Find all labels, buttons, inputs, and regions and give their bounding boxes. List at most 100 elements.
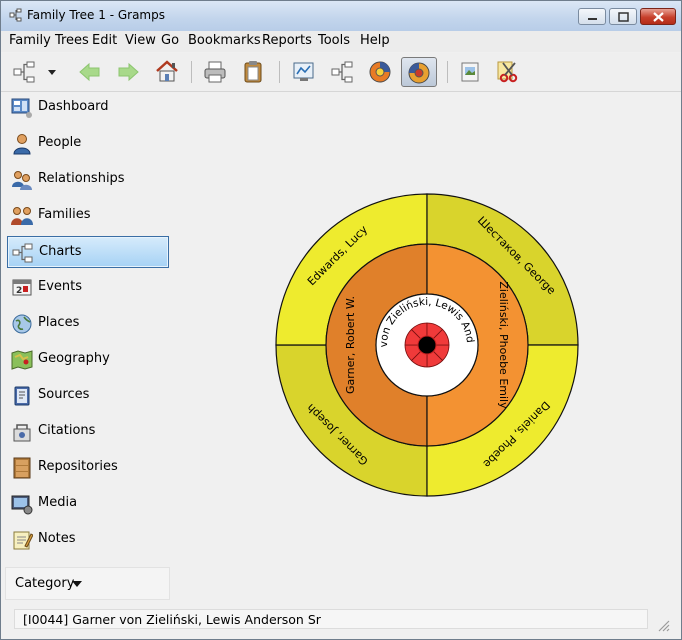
active-person-status: [I0044] Garner von Zieliński, Lewis Ande… [14,609,648,629]
media-icon [11,495,33,515]
menu-bar: Family Trees Edit View Go Bookmarks Repo… [1,31,681,52]
descendant-tree-button[interactable] [328,57,358,87]
back-arrow-icon [79,62,100,82]
category-label: Category [15,576,75,591]
sidebar-item-label: Events [38,279,83,294]
category-dropdown[interactable]: Category [5,567,170,600]
scissors-button[interactable] [493,57,523,87]
maximize-icon [618,12,629,22]
forward-button[interactable] [113,57,143,87]
status-bar: [I0044] Garner von Zieliński, Lewis Ande… [1,606,681,639]
menu-go[interactable]: Go [161,33,179,48]
events-icon: 2 [12,279,32,296]
fan-chart[interactable]: Garner, JosephEdwards, Lucy Шестаков, Geo… [172,83,681,604]
sidebar-item-label: Notes [38,531,76,546]
pedigree-view-icon [293,62,314,81]
sources-icon [14,386,30,406]
sidebar-item-label: Sources [38,387,90,402]
media-button[interactable] [455,57,485,87]
sidebar-item-people[interactable]: People [7,128,169,160]
pedigree-view-button[interactable] [289,57,319,87]
fan-chart-icon [369,61,391,83]
sidebar-item-events[interactable]: 2 Events [7,272,169,304]
fan-chart-view[interactable]: Garner, Joseph Edwards, Lucy Шестаков, Geo… [172,83,681,604]
maximize-button[interactable] [609,8,637,25]
geography-icon [11,350,33,370]
resize-grip-icon[interactable] [656,618,670,632]
fan-chart-active-button[interactable] [401,57,437,87]
fan-chart-active-icon [408,62,430,84]
sidebar-item-media[interactable]: Media [7,488,169,520]
toolbar-separator [191,61,192,83]
repositories-icon [13,457,31,479]
people-icon [13,134,31,155]
sidebar-item-dashboard[interactable]: Dashboard [7,92,169,124]
charts-icon [12,243,33,263]
sidebar-item-places[interactable]: Places [7,308,169,340]
sidebar-item-label: Charts [39,244,82,259]
family-trees-icon [13,61,35,83]
menu-family-trees[interactable]: Family Trees [9,33,89,48]
sidebar-item-label: Repositories [38,459,118,474]
sidebar-item-families[interactable]: Families [7,200,169,232]
sidebar-item-relationships[interactable]: Relationships [7,164,169,196]
sidebar-item-label: People [38,135,82,150]
sidebar-item-repositories[interactable]: Repositories [7,452,169,484]
toolbar [1,53,681,92]
menu-reports[interactable]: Reports [262,33,312,48]
svg-text:2: 2 [16,286,22,296]
media-icon [461,62,479,82]
title-bar[interactable]: Family Tree 1 - Gramps [1,1,681,31]
back-button[interactable] [75,57,105,87]
sidebar-item-label: Citations [38,423,96,438]
fan-label-parent: Zieliński, Phoebe Emily [497,281,510,409]
window-title: Family Tree 1 - Gramps [27,8,165,22]
dropdown-arrow-icon [48,70,56,75]
clipboard-button[interactable] [238,57,268,87]
scissors-icon [497,61,518,83]
families-icon [11,207,33,225]
home-icon [156,60,178,82]
toolbar-separator [279,61,280,83]
sidebar-item-citations[interactable]: Citations [7,416,169,448]
sidebar-item-label: Media [38,495,78,510]
sidebar-item-label: Families [38,207,91,222]
family-trees-button[interactable] [10,57,40,87]
fan-chart-button[interactable] [365,57,395,87]
sidebar-item-label: Dashboard [38,99,109,114]
sidebar-item-label: Geography [38,351,110,366]
forward-arrow-icon [118,62,139,82]
clipboard-icon [244,61,262,83]
citations-icon [13,424,31,442]
dashboard-icon [11,98,32,118]
app-tree-icon [9,8,22,22]
notes-icon [13,531,33,550]
menu-tools[interactable]: Tools [318,33,350,48]
menu-view[interactable]: View [125,33,156,48]
menu-bookmarks[interactable]: Bookmarks [188,33,261,48]
fan-center-rosette[interactable] [404,322,450,368]
sidebar-item-geography[interactable]: Geography [7,344,169,376]
toolbar-separator [447,61,448,83]
minimize-icon [588,18,597,20]
sidebar-item-charts[interactable]: Charts [7,236,169,268]
chevron-down-icon [72,581,82,587]
home-button[interactable] [152,57,182,87]
close-icon [653,12,664,22]
minimize-button[interactable] [578,8,606,25]
rosette-hub [417,335,437,355]
close-button[interactable] [640,8,676,25]
sidebar-item-label: Relationships [38,171,125,186]
sidebar-item-notes[interactable]: Notes [7,524,169,556]
fan-label-parent: Garner, Robert W. [344,296,357,394]
print-button[interactable] [200,57,230,87]
descendant-tree-icon [331,61,353,83]
relationships-icon [12,171,32,190]
places-icon [12,314,32,334]
navigator-sidebar: Dashboard People Relationships Families [1,92,173,604]
menu-help[interactable]: Help [360,33,390,48]
family-trees-dropdown-button[interactable] [43,57,61,87]
sidebar-item-sources[interactable]: Sources [7,380,169,412]
app-window: Family Tree 1 - Gramps Family Trees Edit… [0,0,682,640]
menu-edit[interactable]: Edit [92,33,117,48]
